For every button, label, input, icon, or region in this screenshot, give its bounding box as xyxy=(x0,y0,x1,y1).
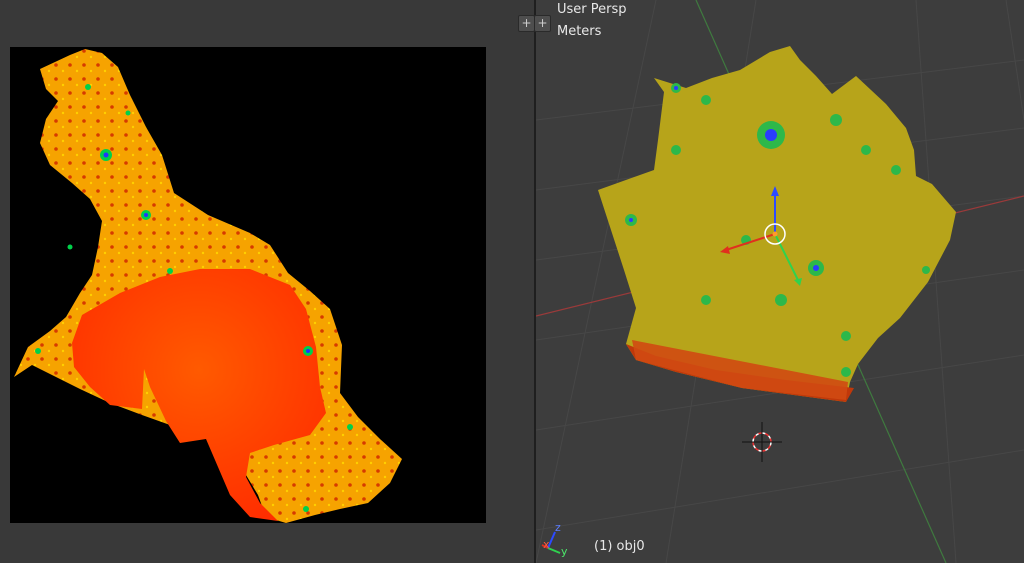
blender-window: z x y User Persp Meters + + (1) obj0 xyxy=(0,0,1024,563)
gizmo-z-label: z xyxy=(555,521,561,534)
fractal-texture xyxy=(14,49,402,523)
viewport-scene xyxy=(536,0,1024,563)
gizmo-x-label: x xyxy=(543,538,550,551)
units-label: Meters xyxy=(557,24,602,39)
add-region-button-2[interactable]: + xyxy=(534,15,551,32)
3d-cursor-icon xyxy=(742,422,782,462)
add-region-button[interactable]: + xyxy=(518,15,535,32)
active-object-label: (1) obj0 xyxy=(594,539,645,554)
3d-viewport[interactable]: z x y User Persp Meters xyxy=(536,0,1024,563)
uv-image-editor[interactable] xyxy=(0,0,534,563)
texture-image xyxy=(10,47,486,523)
gizmo-y-label: y xyxy=(561,545,568,558)
view-mode-label: User Persp xyxy=(557,2,627,17)
